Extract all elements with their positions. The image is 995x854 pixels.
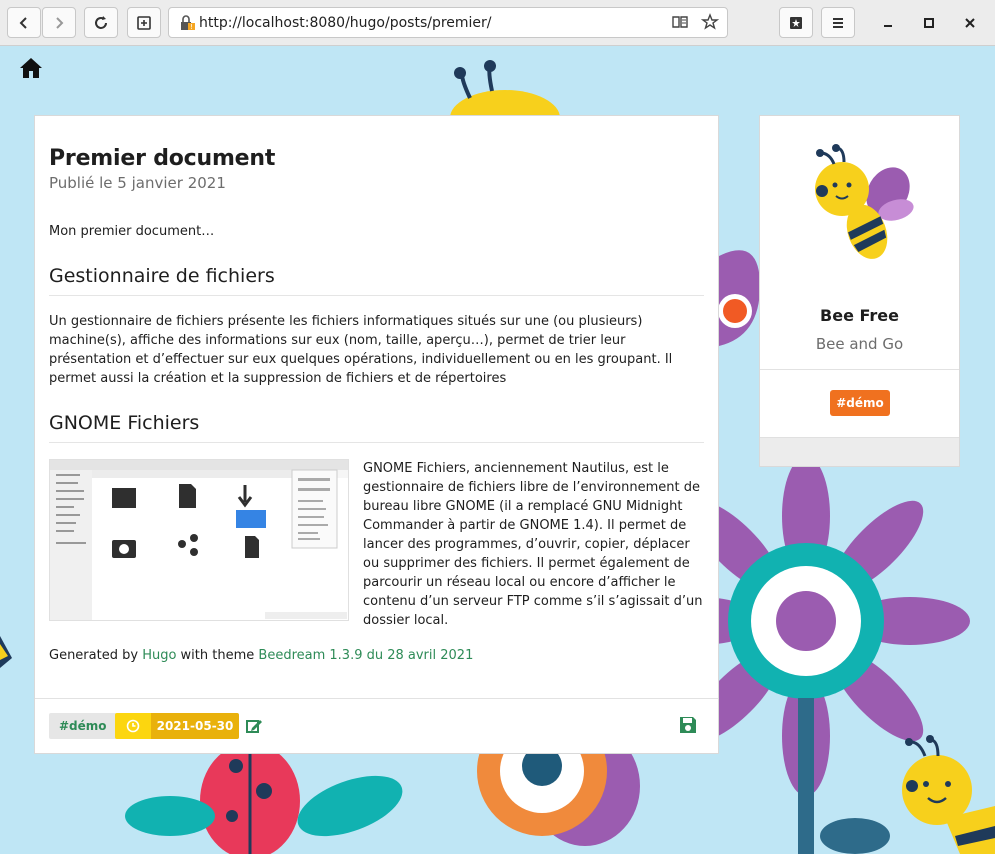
forward-arrow-icon	[56, 16, 64, 29]
article-title: Premier document	[49, 146, 276, 171]
bookmarks-button[interactable]	[779, 7, 813, 38]
reload-icon	[95, 15, 107, 29]
intro-paragraph: Mon premier document…	[49, 224, 215, 239]
gnome-files-paragraph: GNOME Fichiers, anciennement Nautilus, e…	[363, 461, 703, 628]
reload-button[interactable]	[84, 7, 118, 38]
demo-tag[interactable]: #démo	[49, 713, 117, 739]
sidebar-demo-tag[interactable]: #démo	[830, 390, 890, 416]
url-text: http://localhost:8080/hugo/posts/premier…	[199, 14, 492, 31]
browser-toolbar: ! http://localhost:8080/hugo/posts/premi…	[0, 0, 995, 46]
article-footer: #démo 2021-05-30	[35, 698, 718, 753]
minimize-icon	[884, 25, 892, 27]
home-icon[interactable]	[18, 56, 44, 80]
sidebar-footer	[760, 437, 959, 466]
theme-link[interactable]: Beedream 1.3.9 du 28 avril 2021	[258, 648, 473, 663]
save-icon[interactable]	[678, 715, 698, 735]
maximize-icon	[924, 18, 934, 28]
back-button[interactable]	[7, 7, 41, 38]
file-manager-paragraph: Un gestionnaire de fichiers présente les…	[49, 314, 673, 386]
close-window-button[interactable]	[959, 12, 981, 34]
back-arrow-icon	[19, 16, 27, 29]
forward-button[interactable]	[42, 7, 76, 38]
bookmarks-icon	[790, 16, 802, 29]
hugo-link[interactable]: Hugo	[142, 648, 176, 663]
section-heading-gnome-files: GNOME Fichiers	[49, 412, 704, 443]
published-date: Publié le 5 janvier 2021	[49, 174, 226, 192]
ladybug-decoration	[125, 743, 403, 854]
hamburger-icon	[833, 17, 843, 28]
generated-mid: with theme	[176, 648, 259, 663]
close-icon	[965, 18, 975, 28]
screenshot-illustration	[50, 460, 348, 620]
purple-flower-left-decoration	[718, 250, 760, 346]
date-badge: 2021-05-30	[115, 713, 239, 739]
generated-prefix: Generated by	[49, 648, 143, 663]
generated-by-line: Generated by Hugo with theme Beedream 1.…	[49, 648, 704, 663]
address-bar[interactable]: ! http://localhost:8080/hugo/posts/premi…	[168, 7, 728, 38]
section-heading-file-manager: Gestionnaire de fichiers	[49, 265, 704, 296]
author-name: Bee Free	[820, 306, 899, 325]
bottom-bee-decoration	[902, 735, 995, 854]
bookmark-star-icon[interactable]	[701, 13, 719, 31]
left-bee-fragment-decoration	[0, 636, 12, 668]
bee-logo-icon	[815, 144, 914, 259]
gnome-files-screenshot	[49, 459, 349, 621]
clock-icon	[115, 713, 151, 739]
insecure-lock-icon[interactable]: !	[178, 14, 196, 32]
reader-view-icon[interactable]	[671, 13, 689, 31]
new-tab-icon	[137, 15, 151, 30]
article-card: Premier document Publié le 5 janvier 202…	[34, 115, 719, 754]
author-subtitle: Bee and Go	[815, 335, 904, 353]
author-card: Bee Free Bee and Go #démo	[759, 115, 960, 467]
sidebar-divider	[760, 369, 959, 370]
date-text: 2021-05-30	[151, 713, 239, 739]
minimize-button[interactable]	[877, 12, 899, 34]
maximize-button[interactable]	[918, 12, 940, 34]
menu-button[interactable]	[821, 7, 855, 38]
new-tab-button[interactable]	[127, 7, 161, 38]
svg-text:!: !	[190, 23, 193, 31]
edit-icon[interactable]	[245, 717, 263, 735]
